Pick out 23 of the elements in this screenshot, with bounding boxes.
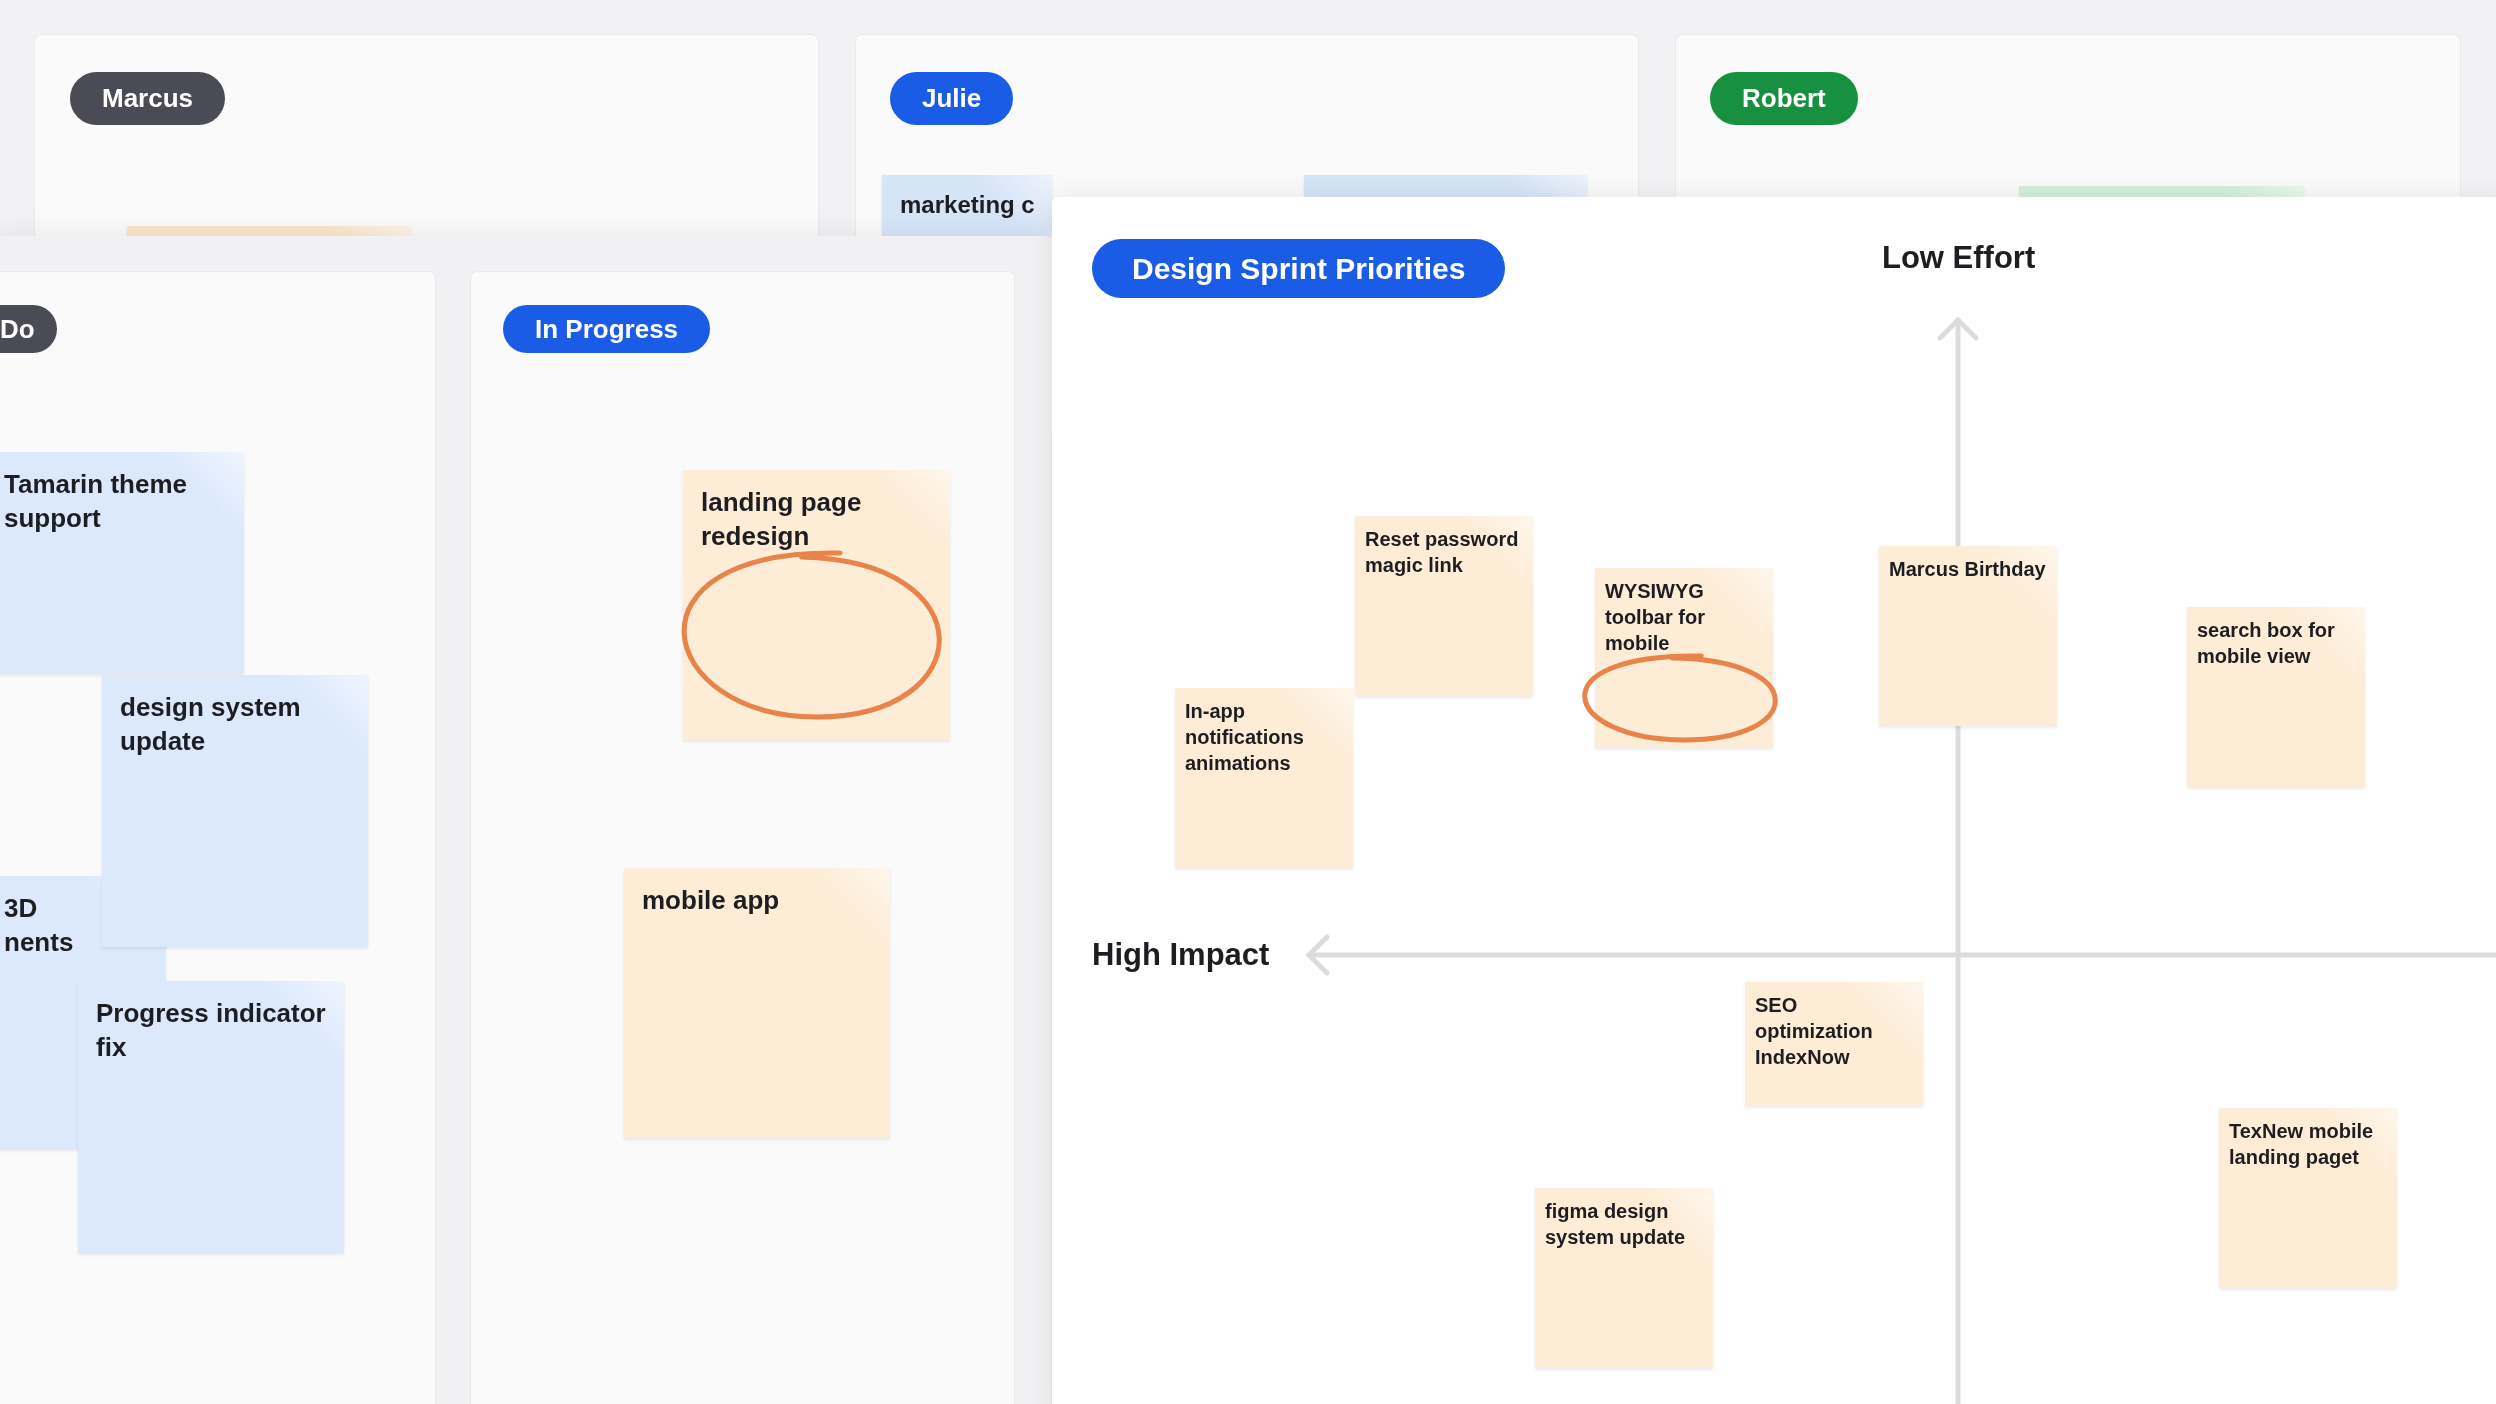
sticky-note[interactable]: landing page redesign (683, 470, 950, 740)
sticky-note[interactable]: SEO optimization IndexNow (1745, 982, 1923, 1106)
sticky-note[interactable]: design system update (102, 675, 368, 947)
sticky-note[interactable]: search box for mobile view (2187, 607, 2365, 787)
board-title: Design Sprint Priorities (1092, 239, 1506, 298)
sticky-note[interactable]: Progress indicator fix (78, 981, 344, 1253)
sticky-note[interactable]: TexNew mobile landing paget (2219, 1108, 2397, 1288)
sticky-note[interactable] (1304, 175, 1587, 197)
person-tag[interactable]: Robert (1710, 72, 1858, 125)
column-tag[interactable]: Do (0, 305, 57, 353)
sticky-note[interactable]: figma design system update (1535, 1188, 1713, 1368)
sticky-note[interactable]: WYSIWYG toolbar for mobile (1595, 568, 1773, 748)
sticky-note[interactable]: mobile app (624, 868, 890, 1138)
sticky-note[interactable]: Reset password magic link (1355, 516, 1533, 696)
sticky-note[interactable]: Tamarin theme support (0, 452, 244, 674)
axis-label: High Impact (1092, 937, 1270, 973)
person-tag[interactable]: Julie (890, 72, 1014, 125)
sticky-note[interactable]: In-app notifications animations (1175, 688, 1353, 868)
sticky-note[interactable]: Marcus Birthday (1879, 546, 2057, 726)
column-tag[interactable]: In Progress (503, 305, 711, 353)
person-tag[interactable]: Marcus (70, 72, 226, 125)
sticky-note[interactable]: marketing c (882, 175, 1052, 236)
axis-label: Low Effort (1882, 240, 2036, 276)
